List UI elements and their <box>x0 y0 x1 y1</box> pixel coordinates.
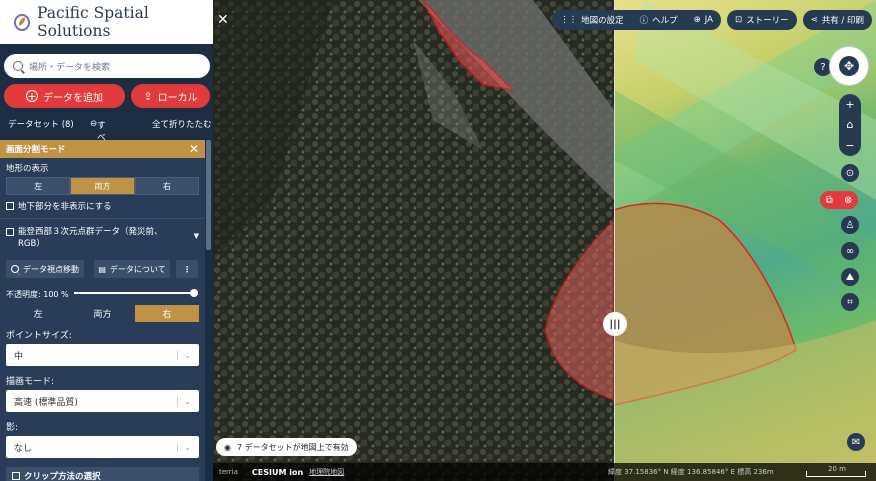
chevron-down-icon: ⌄ <box>177 442 191 452</box>
close-circle-icon: ⊗ <box>843 194 853 206</box>
signal-icon: ◉ <box>224 442 231 452</box>
story-icon: ⊡ <box>734 15 743 25</box>
opacity-label: 不透明度: 100 % <box>6 290 69 299</box>
locate-icon[interactable]: ⊙ <box>841 164 859 182</box>
compass-icon: ✥ <box>839 56 859 76</box>
collapse-all-button[interactable]: 全て折りたたむ <box>152 118 212 130</box>
pointcloud-texture <box>213 0 615 481</box>
search-input[interactable]: 場所・データを検索 <box>4 54 210 78</box>
split-mode-header: 画面分割モード ✕ <box>0 140 205 158</box>
kebab-icon: ⋮ <box>183 264 191 274</box>
opacity-slider-handle[interactable] <box>190 289 198 297</box>
dataset-title: 能登西部３次元点群データ（発災前、RGB） <box>18 227 163 249</box>
layers-icon: ⋮⋮ <box>560 15 578 25</box>
map-view[interactable]: ||| ✕ ⋮⋮ 地図の設定 ⓘ ヘルプ ⊕ JA ⊡ ストーリー ⋖ 共有 / 印刷 ?… <box>213 0 876 481</box>
dataset-side-selector: 左 両方 右 <box>6 305 199 322</box>
terrain-side-selector: 左 両方 右 <box>6 177 199 195</box>
app-root: Pacific Spatial Solutions 場所・データを検索 + デー… <box>0 0 876 481</box>
share-button[interactable]: ⋖ 共有 / 印刷 <box>802 10 872 30</box>
sidebar-scrollbar[interactable] <box>206 140 211 250</box>
brand-title: Pacific Spatial Solutions <box>37 4 149 40</box>
dataset-side-both[interactable]: 両方 <box>70 305 135 322</box>
local-upload-button[interactable]: ⇪ ローカル <box>131 84 210 108</box>
point-size-select[interactable]: 中 ⌄ <box>6 344 199 366</box>
goto-data-button[interactable]: データ視点移動 <box>6 260 84 278</box>
dataset-item-header[interactable]: 能登西部３次元点群データ（発災前、RGB） ▼ <box>0 222 205 253</box>
globe-icon: ⊕ <box>693 15 701 25</box>
dataset-side-left[interactable]: 左 <box>6 305 71 322</box>
terria-logo[interactable]: terria <box>219 468 238 476</box>
local-label: ローカル <box>157 92 198 104</box>
render-mode-select[interactable]: 高速 (標準品質) ⌄ <box>6 390 199 412</box>
dataset-row: データセット (8) ⊖ すべて削除 全て折りたたむ <box>0 114 213 179</box>
dataset-side-right[interactable]: 右 <box>134 305 199 322</box>
add-data-label: データを追加 <box>43 92 103 104</box>
chevron-down-icon[interactable]: ▼ <box>194 232 199 240</box>
feedback-icon[interactable]: ✉ <box>847 433 865 451</box>
zoom-control: + ⌂ − <box>839 94 861 156</box>
shadow-select[interactable]: なし ⌄ <box>6 436 199 458</box>
split-handle-icon[interactable]: ||| <box>603 312 627 336</box>
search-icon <box>11 265 19 273</box>
split-divider[interactable] <box>614 0 615 481</box>
search-placeholder: 場所・データを検索 <box>29 62 111 73</box>
sidebar: Pacific Spatial Solutions 場所・データを検索 + デー… <box>0 0 213 481</box>
more-menu-button[interactable]: ⋮ <box>176 260 198 278</box>
remove-all-button[interactable]: ⊖ すべて削除 <box>90 119 106 179</box>
opacity-slider-track[interactable] <box>74 292 194 294</box>
add-data-button[interactable]: + データを追加 <box>4 84 125 108</box>
map-settings-button[interactable]: ⋮⋮ 地図の設定 <box>552 10 632 30</box>
map-topbar: ⋮⋮ 地図の設定 ⓘ ヘルプ ⊕ JA ⊡ ストーリー ⋖ 共有 / 印刷 <box>552 10 872 30</box>
checkbox-icon <box>12 472 20 480</box>
workbench-panel: 画面分割モード ✕ 地形の表示 左 両方 右 地下部分を非表示にする 能登西部３… <box>0 140 205 481</box>
compass-control[interactable]: ✥ <box>829 46 869 86</box>
zoom-out-icon[interactable]: − <box>845 139 854 152</box>
measure-icon[interactable]: ∞ <box>841 242 859 260</box>
split-icon: ⧉ <box>825 194 833 206</box>
share-icon: ⋖ <box>810 15 818 25</box>
brand-header[interactable]: Pacific Spatial Solutions <box>0 0 213 44</box>
home-icon[interactable]: ⌂ <box>847 118 854 131</box>
comment-icon: ▤ <box>98 264 106 274</box>
about-data-button[interactable]: ▤ データについて <box>94 260 170 278</box>
pedestrian-icon[interactable]: ♙ <box>841 216 859 234</box>
help-icon: ⓘ <box>639 16 649 26</box>
underground-toggle[interactable]: 地下部分を非表示にする <box>0 195 205 215</box>
terrain-side-left[interactable]: 左 <box>6 177 71 195</box>
zoom-in-icon[interactable]: + <box>845 98 854 111</box>
story-button[interactable]: ⊡ ストーリー <box>726 10 797 30</box>
render-mode-label: 描画モード: <box>6 377 55 387</box>
close-icon[interactable]: ✕ <box>217 12 229 28</box>
split-mode-title: 画面分割モード <box>6 145 66 155</box>
attribution-link[interactable]: 地理院地図 <box>309 467 344 477</box>
terrain-icon[interactable]: ⛰ <box>841 268 859 286</box>
cesium-logo[interactable]: CESIUM ion <box>252 468 303 477</box>
shadow-label: 影: <box>6 423 19 433</box>
help-button[interactable]: ⓘ ヘルプ <box>631 10 686 30</box>
clip-method-toggle[interactable]: クリップ方法の選択 <box>6 467 199 481</box>
upload-icon: ⇪ <box>143 89 153 103</box>
scale-bar <box>806 471 866 477</box>
search-icon <box>13 61 23 71</box>
point-size-label: ポイントサイズ: <box>6 331 72 341</box>
close-icon[interactable]: ✕ <box>189 142 199 156</box>
chevron-down-icon: ⌄ <box>177 396 191 406</box>
plus-icon: + <box>26 89 38 103</box>
terrain-side-right[interactable]: 右 <box>134 177 199 195</box>
chevron-down-icon: ⌄ <box>177 350 191 360</box>
language-button[interactable]: ⊕ JA <box>685 10 721 30</box>
coordinate-readout: 緯度 37.15836° N 経度 136.85846° E 標高 236m <box>608 468 774 476</box>
left-map-pointcloud[interactable] <box>213 0 615 481</box>
clip-icon[interactable]: ⌗ <box>841 293 859 311</box>
brand-logo-icon <box>14 13 31 31</box>
terrain-label: 地形の表示 <box>6 164 49 174</box>
checkbox-icon <box>6 202 14 210</box>
map-footer: terria CESIUM ion 地理院地図 緯度 37.15836° N 経… <box>213 463 876 481</box>
active-datasets-notice[interactable]: ◉ 7 データセットが地図上で有効 <box>216 438 357 456</box>
split-mode-control[interactable]: ⧉ ⊗ <box>820 191 858 209</box>
dataset-visible-checkbox[interactable] <box>6 228 14 236</box>
terrain-side-both[interactable]: 両方 <box>70 177 135 195</box>
dataset-count-label: データセット (8) <box>8 120 74 130</box>
